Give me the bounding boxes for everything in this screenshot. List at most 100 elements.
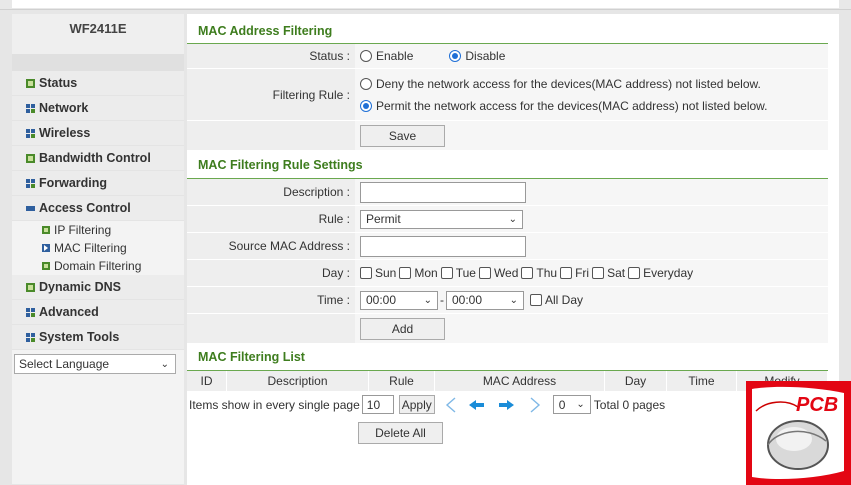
day-tue-label: Tue	[455, 266, 476, 280]
day-sat-label: Sat	[607, 266, 626, 280]
day-label: Day :	[187, 260, 355, 286]
sidebar-item-label: Bandwidth Control	[39, 151, 151, 165]
sidebar-item-label: System Tools	[39, 330, 120, 344]
sidebar-item-wireless[interactable]: Wireless	[12, 121, 184, 146]
day-everyday[interactable]: Everyday	[628, 266, 693, 280]
day-wed[interactable]: Wed	[478, 266, 518, 280]
col-mac-address: MAC Address	[435, 371, 605, 391]
sidebar-subitem-domain-filtering[interactable]: Domain Filtering	[12, 257, 184, 275]
day-thu-checkbox[interactable]	[521, 267, 534, 279]
first-page-icon[interactable]	[445, 396, 456, 413]
sidebar-item-label: Forwarding	[39, 176, 108, 190]
section-title-list: MAC Filtering List	[187, 344, 828, 371]
sidebar-subitem-label: MAC Filtering	[54, 241, 127, 255]
expand-icon	[26, 153, 35, 163]
sidebar-item-label: Access Control	[39, 201, 131, 215]
top-bar-inner	[12, 0, 839, 8]
day-sat-checkbox[interactable]	[592, 267, 605, 279]
description-input[interactable]	[360, 181, 526, 203]
col-day: Day	[605, 371, 667, 391]
chevron-down-icon: ⌄	[508, 213, 517, 225]
grid-icon	[26, 103, 35, 113]
day-mon-checkbox[interactable]	[399, 267, 412, 279]
last-page-icon[interactable]	[530, 396, 540, 413]
chevron-down-icon: ⌄	[509, 294, 518, 306]
permit-radio[interactable]	[360, 100, 372, 113]
section-title-rule-settings: MAC Filtering Rule Settings	[187, 151, 828, 179]
enable-label: Enable	[376, 49, 414, 63]
language-select-value: Select Language	[19, 357, 110, 371]
time-start-select[interactable]: 00:00 ⌄	[360, 290, 438, 310]
day-fri-checkbox[interactable]	[560, 267, 573, 279]
time-value: 00:00 ⌄ - 00:00 ⌄ All Day	[355, 287, 828, 313]
add-row-value: Add	[355, 314, 828, 343]
day-tue-checkbox[interactable]	[440, 267, 453, 279]
save-button[interactable]: Save	[360, 124, 445, 147]
save-row-value: Save	[355, 121, 828, 150]
deny-radio[interactable]	[360, 78, 372, 91]
day-thu[interactable]: Thu	[521, 266, 557, 280]
day-thu-label: Thu	[536, 266, 558, 280]
rule-select[interactable]: Permit ⌄	[360, 209, 523, 229]
pagination-row: Items show in every single page 10 Apply…	[187, 391, 839, 418]
sidebar-item-dynamic-dns[interactable]: Dynamic DNS	[12, 275, 184, 300]
sidebar-item-bandwidth-control[interactable]: Bandwidth Control	[12, 146, 184, 171]
pcb-watermark-logo: PCB	[746, 381, 851, 485]
rule-select-value: Permit	[366, 212, 401, 226]
day-sun-label: Sun	[375, 266, 397, 280]
day-wed-checkbox[interactable]	[478, 267, 491, 279]
model-name: WF2411E	[12, 14, 184, 54]
apply-button[interactable]: Apply	[398, 395, 435, 414]
sidebar-subitem-mac-filtering[interactable]: MAC Filtering	[12, 239, 184, 257]
disable-label: Disable	[465, 49, 506, 63]
time-label: Time :	[187, 287, 355, 313]
items-per-page-input[interactable]: 10	[361, 395, 394, 414]
language-select[interactable]: Select Language ⌄	[14, 354, 176, 374]
day-fri[interactable]: Fri	[560, 266, 589, 280]
day-mon[interactable]: Mon	[399, 266, 438, 280]
filtering-rule-value: Deny the network access for the devices(…	[355, 69, 828, 120]
sidebar-item-forwarding[interactable]: Forwarding	[12, 171, 184, 196]
bullet-icon	[42, 226, 50, 234]
time-end-value: 00:00	[452, 293, 483, 307]
sidebar-item-status[interactable]: Status	[12, 71, 184, 96]
col-description: Description	[227, 371, 369, 391]
day-everyday-checkbox[interactable]	[628, 267, 641, 279]
source-mac-label: Source MAC Address :	[187, 233, 355, 259]
next-page-icon[interactable]	[498, 399, 514, 410]
sidebar-item-access-control[interactable]: Access Control	[12, 196, 184, 221]
time-row: Time : 00:00 ⌄ - 00:00 ⌄ All Day	[187, 287, 828, 314]
filtering-rule-label: Filtering Rule :	[187, 69, 355, 120]
sidebar-item-label: Dynamic DNS	[39, 280, 121, 294]
day-sat[interactable]: Sat	[592, 266, 625, 280]
sidebar-subitem-ip-filtering[interactable]: IP Filtering	[12, 221, 184, 239]
day-tue[interactable]: Tue	[440, 266, 476, 280]
delete-all-button[interactable]: Delete All	[358, 422, 443, 444]
sidebar-item-label: Advanced	[39, 305, 99, 319]
source-mac-input[interactable]	[360, 235, 526, 257]
time-end-select[interactable]: 00:00 ⌄	[446, 290, 524, 310]
disable-radio[interactable]	[449, 50, 462, 62]
sidebar-subitem-label: Domain Filtering	[54, 259, 142, 273]
all-day-checkbox[interactable]	[530, 294, 542, 306]
sidebar-item-advanced[interactable]: Advanced	[12, 300, 184, 325]
all-day-label: All Day	[545, 293, 584, 307]
day-mon-label: Mon	[414, 266, 438, 280]
prev-page-icon[interactable]	[468, 399, 484, 410]
day-value: Sun Mon Tue Wed Thu Fri Sat Everyday	[355, 260, 828, 286]
day-sun-checkbox[interactable]	[360, 267, 372, 279]
pagination-controls	[445, 396, 540, 413]
sidebar-item-network[interactable]: Network	[12, 96, 184, 121]
save-row-label	[187, 121, 355, 150]
grid-icon	[26, 178, 35, 188]
chevron-down-icon: ⌄	[160, 358, 169, 370]
status-row: Status : Enable Disable	[187, 44, 828, 69]
enable-radio[interactable]	[360, 50, 372, 62]
add-button[interactable]: Add	[360, 317, 445, 340]
sidebar-item-system-tools[interactable]: System Tools	[12, 325, 184, 350]
page-select[interactable]: 0 ⌄	[552, 395, 591, 414]
day-sun[interactable]: Sun	[360, 266, 396, 280]
rule-label: Rule :	[187, 206, 355, 232]
description-label: Description :	[187, 179, 355, 205]
sidebar-spacer	[12, 54, 184, 71]
